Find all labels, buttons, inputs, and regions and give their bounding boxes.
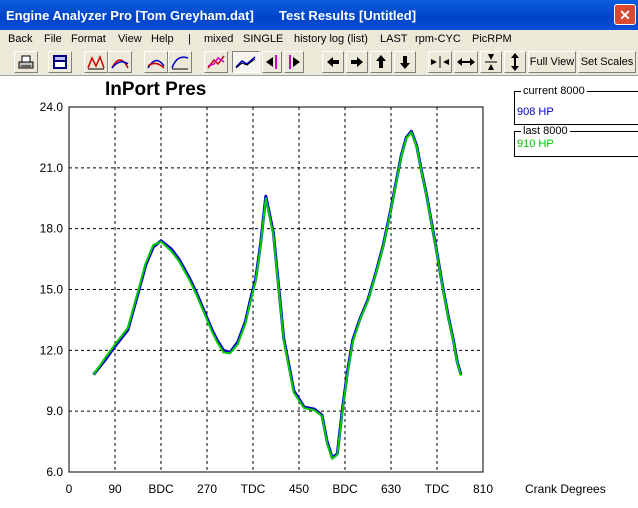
expand-horizontal-icon (457, 58, 475, 66)
arrow-up-button[interactable] (370, 51, 392, 73)
compress-horizontal-icon (431, 56, 449, 68)
arrow-right-button[interactable] (346, 51, 368, 73)
compress-horizontal-button[interactable] (428, 51, 452, 73)
arrow-up-icon (376, 55, 386, 68)
legend-last-header: last 8000 (521, 125, 570, 137)
menu-history-log[interactable]: history log (list) (294, 33, 368, 45)
graph-c-button[interactable] (144, 51, 168, 73)
series-line-last (92, 131, 462, 460)
y-tick-label: 24.0 (40, 100, 64, 114)
menu-view[interactable]: View (118, 33, 142, 45)
menu-format[interactable]: Format (71, 33, 106, 45)
arrow-left-button[interactable] (322, 51, 344, 73)
step-left-magenta-icon (266, 55, 277, 69)
x-tick-label: 630 (381, 482, 401, 496)
toolbar: Full View Set Scales (0, 48, 638, 76)
expand-vertical-icon (511, 53, 519, 71)
y-tick-label: 6.0 (46, 465, 63, 479)
menu-mixed[interactable]: mixed (204, 33, 233, 45)
y-tick-label: 21.0 (40, 161, 64, 175)
menu-last[interactable]: LAST (380, 33, 408, 45)
screen-button[interactable] (48, 51, 72, 73)
arrow-left-icon (327, 57, 339, 67)
x-tick-label: 810 (473, 482, 493, 496)
graph-c-icon (147, 59, 165, 69)
legend-current-header: current 8000 (521, 85, 587, 97)
legend-last-value: 910 HP (517, 138, 554, 150)
arrow-right-icon (351, 57, 363, 67)
graph-a-icon (87, 54, 105, 70)
x-tick-label: 90 (108, 482, 122, 496)
y-tick-label: 15.0 (40, 283, 64, 297)
set-scales-button[interactable]: Set Scales (578, 51, 636, 73)
menu-single[interactable]: SINGLE (243, 33, 283, 45)
close-button[interactable]: ✕ (614, 4, 636, 25)
screen-icon (53, 55, 67, 69)
x-tick-label: TDC (425, 482, 450, 496)
legend-current: current 8000 908 HP (514, 85, 638, 125)
step-right-magenta-button[interactable] (284, 51, 304, 73)
expand-vertical-button[interactable] (504, 51, 526, 73)
arrow-down-button[interactable] (394, 51, 416, 73)
print-icon (18, 55, 34, 69)
step-right-magenta-icon (289, 55, 300, 69)
graph-d-icon (171, 56, 189, 70)
arrow-down-icon (400, 56, 410, 69)
x-tick-label: 450 (289, 482, 309, 496)
chart-labels: 24.0 21.0 18.0 15.0 12.0 9.0 6.00 90 BDC 270 TDC 45… (40, 100, 494, 496)
chart-title: InPort Pres (105, 79, 206, 100)
x-tick-label: 0 (66, 482, 73, 496)
graph-d-button[interactable] (168, 51, 192, 73)
graph-e-button[interactable] (204, 51, 228, 73)
step-left-magenta-button[interactable] (262, 51, 282, 73)
graph-b-button[interactable] (108, 51, 132, 73)
x-tick-label: 270 (197, 482, 217, 496)
chart-series (92, 129, 463, 460)
graph-b-icon (111, 59, 129, 69)
overlay-icon (235, 56, 256, 69)
graph-a-button[interactable] (84, 51, 108, 73)
x-tick-label: BDC (148, 482, 174, 496)
menu-back[interactable]: Back (8, 33, 32, 45)
expand-horizontal-button[interactable] (454, 51, 478, 73)
menu-file[interactable]: File (44, 33, 62, 45)
menu-bar: Back File Format View Help | mixed SINGL… (0, 30, 638, 48)
y-tick-label: 18.0 (40, 222, 64, 236)
x-tick-label: BDC (332, 482, 358, 496)
compress-vertical-button[interactable] (480, 51, 502, 73)
series-line-current (92, 129, 463, 460)
menu-picrpm[interactable]: PicRPM (472, 33, 512, 45)
compress-vertical-icon (485, 54, 497, 70)
legend-last: last 8000 910 HP (514, 125, 638, 157)
window-title: Engine Analyzer Pro [Tom Greyham.dat] Te… (6, 8, 417, 23)
y-tick-label: 12.0 (40, 343, 64, 357)
legend-current-value: 908 HP (517, 106, 554, 118)
full-view-button[interactable]: Full View (528, 51, 576, 73)
y-tick-label: 9.0 (46, 404, 63, 418)
x-tick-label: TDC (241, 482, 266, 496)
x-axis-label: Crank Degrees (525, 482, 606, 496)
menu-help[interactable]: Help (151, 33, 174, 45)
graph-e-icon (207, 55, 225, 69)
overlay-button[interactable] (232, 51, 260, 73)
print-button[interactable] (14, 51, 38, 73)
menu-rpm-cyc[interactable]: rpm-CYC (415, 33, 461, 45)
title-bar: Engine Analyzer Pro [Tom Greyham.dat] Te… (0, 0, 638, 30)
menu-separator: | (188, 33, 191, 45)
